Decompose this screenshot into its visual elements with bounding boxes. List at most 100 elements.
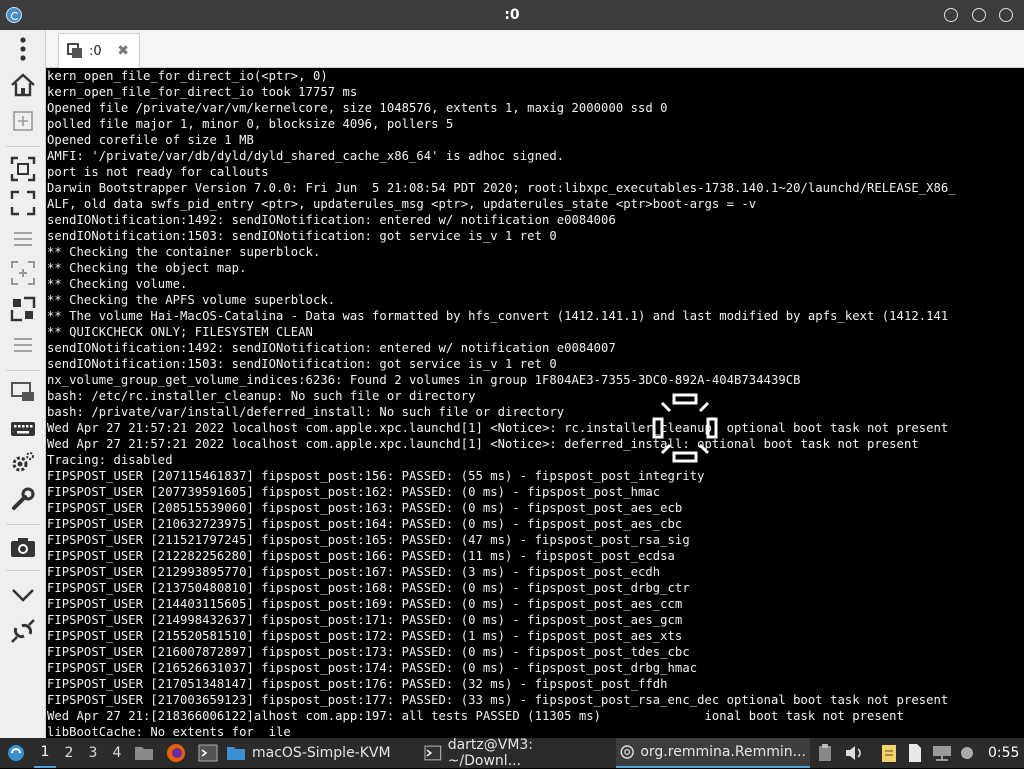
preferences-button[interactable] [8,448,38,478]
tray-notes[interactable] [880,738,898,768]
remmina-toolbar [0,30,46,738]
terminal-line: ** The volume Hai-MacOS-Catalina - Data … [47,309,949,323]
home-button[interactable] [8,70,38,100]
terminal-line: FIPSPOST_USER [217003659123] fipspost_po… [47,693,949,707]
network-icon [933,746,951,761]
firefox-launcher[interactable] [166,738,186,768]
taskbar: 1 2 3 4 macOS-Simple-KVM dartz@VM3: ~/Do… [0,737,1024,769]
start-menu-icon [8,745,24,761]
screenshot-icon [11,538,35,557]
workspace-3[interactable]: 3 [82,738,104,768]
fit-window-icon [10,156,36,182]
disconnect-icon [11,619,35,643]
terminal-line: AMFI: '/private/var/db/dyld/dyld_shared_… [47,149,565,163]
add-tab-icon [13,111,33,131]
terminal-launcher[interactable] [198,738,218,768]
terminal-line: Wed Apr 27 21:57:21 2022 localhost com.a… [47,437,919,451]
terminal-line: sendIONotification:1492: sendIONotificat… [47,213,616,227]
fit-window-button[interactable] [8,154,38,184]
fullscreen-button[interactable] [8,188,38,218]
tab-label: :0 [89,43,102,59]
preferences-icon [12,452,34,472]
tray-network[interactable] [932,738,952,768]
multi-monitor-button[interactable] [8,378,38,408]
chevron-down-icon [12,589,34,602]
connection-tab[interactable]: :0 ✖ [58,33,140,68]
terminal-line: Tracing: disabled [47,453,173,467]
terminal-line: FIPSPOST_USER [214998432637] fipspost_po… [47,613,683,627]
document-icon [909,744,921,762]
terminal-line: Wed Apr 27 21:57:21 2022 localhost com.a… [47,421,949,435]
maximize-button[interactable] [972,8,986,22]
firefox-icon [167,744,185,762]
menu-button[interactable] [8,34,38,64]
terminal-line: Darwin Bootstrapper Version 7.0.0: Fri J… [47,181,956,195]
fit-screen-button[interactable] [8,294,38,324]
tools-button[interactable] [8,484,38,514]
terminal-line: FIPSPOST_USER [210632723975] fipspost_po… [47,517,683,531]
terminal-line: polled file major 1, minor 0, blocksize … [47,117,454,131]
window-titlebar: :0 [0,0,1024,30]
taskbar-task-remmina[interactable]: org.remmina.Remmin... [616,738,810,768]
connection-tab-bar: :0 ✖ [46,30,1024,68]
workspace-4[interactable]: 4 [106,738,128,768]
minimize-toolbar-button[interactable] [8,580,38,610]
folder-icon [227,747,245,760]
toolbar-menu-button-2[interactable] [8,330,38,360]
tray-power[interactable] [958,738,976,768]
scale-button[interactable] [8,258,38,288]
toolbar-menu-button[interactable] [8,224,38,254]
tray-screenshot[interactable] [818,738,832,768]
remote-screen-terminal[interactable]: kern_open_file_for_direct_io(<ptr>, 0) ke… [46,68,1024,738]
terminal-line: Wed Apr 27 21:[218366006122]alhost com.a… [47,709,904,723]
workspace-1[interactable]: 1 [34,738,56,768]
terminal-line: Opened file /private/var/vm/kernelcore, … [47,101,668,115]
terminal-line: bash: /private/var/install/deferred_inst… [47,405,565,419]
screenshot-button[interactable] [8,532,38,562]
folder-icon [135,747,153,760]
terminal-line: FIPSPOST_USER [216526631037] fipspost_po… [47,661,698,675]
terminal-line: FIPSPOST_USER [207739591605] fipspost_po… [47,485,661,499]
terminal-icon [424,745,442,761]
terminal-line: FIPSPOST_USER [211521797245] fipspost_po… [47,533,690,547]
file-manager-launcher[interactable] [134,738,154,768]
tray-volume[interactable] [844,738,864,768]
remmina-icon [620,745,634,759]
task-label: dartz@VM3: ~/Downl... [447,737,534,769]
terminal-line: bash: /etc/rc.installer_cleanup: No such… [47,389,476,403]
workspace-2[interactable]: 2 [58,738,80,768]
start-menu-button[interactable] [6,738,26,768]
new-tab-button[interactable] [8,106,38,136]
close-tab-icon[interactable]: ✖ [117,43,129,59]
toolbar-divider [6,570,40,571]
taskbar-task-macos-simple-kvm[interactable]: macOS-Simple-KVM [222,738,412,768]
keyboard-icon [11,422,35,436]
taskbar-task-terminal[interactable]: dartz@VM3: ~/Downl... [420,737,612,769]
terminal-line: libBootCache: No extents for ile [47,725,291,738]
terminal-line: FIPSPOST_USER [212993895770] fipspost_po… [47,565,661,579]
terminal-line: ALF, old data swfs_pid_entry <ptr>, upda… [47,197,757,211]
tray-files[interactable] [906,738,924,768]
terminal-line: ** Checking volume. [47,277,188,291]
terminal-line: FIPSPOST_USER [216007872897] fipspost_po… [47,645,690,659]
window-title: :0 [504,7,520,23]
disconnect-button[interactable] [8,616,38,646]
volume-icon [846,746,861,760]
clock[interactable]: 0:55 [988,738,1019,768]
terminal-line: FIPSPOST_USER [213750480810] fipspost_po… [47,581,690,595]
close-window-button[interactable] [999,8,1013,22]
tools-icon [12,487,35,510]
keyboard-grab-button[interactable] [8,414,38,444]
terminal-line: FIPSPOST_USER [215520581510] fipspost_po… [47,629,683,643]
clipboard-icon [819,744,831,761]
terminal-line: FIPSPOST_USER [212282256280] fipspost_po… [47,549,675,563]
fit-screen-icon [10,296,36,322]
fullscreen-icon [10,190,36,216]
power-icon [961,747,973,759]
terminal-line: kern_open_file_for_direct_io(<ptr>, 0) [47,69,328,83]
minimize-button[interactable] [944,8,958,22]
terminal-line: sendIONotification:1503: sendIONotificat… [47,357,557,371]
terminal-line: FIPSPOST_USER [208515539060] fipspost_po… [47,501,683,515]
terminal-line: ** Checking the APFS volume superblock. [47,293,336,307]
terminal-line: FIPSPOST_USER [207115461837] fipspost_po… [47,469,705,483]
